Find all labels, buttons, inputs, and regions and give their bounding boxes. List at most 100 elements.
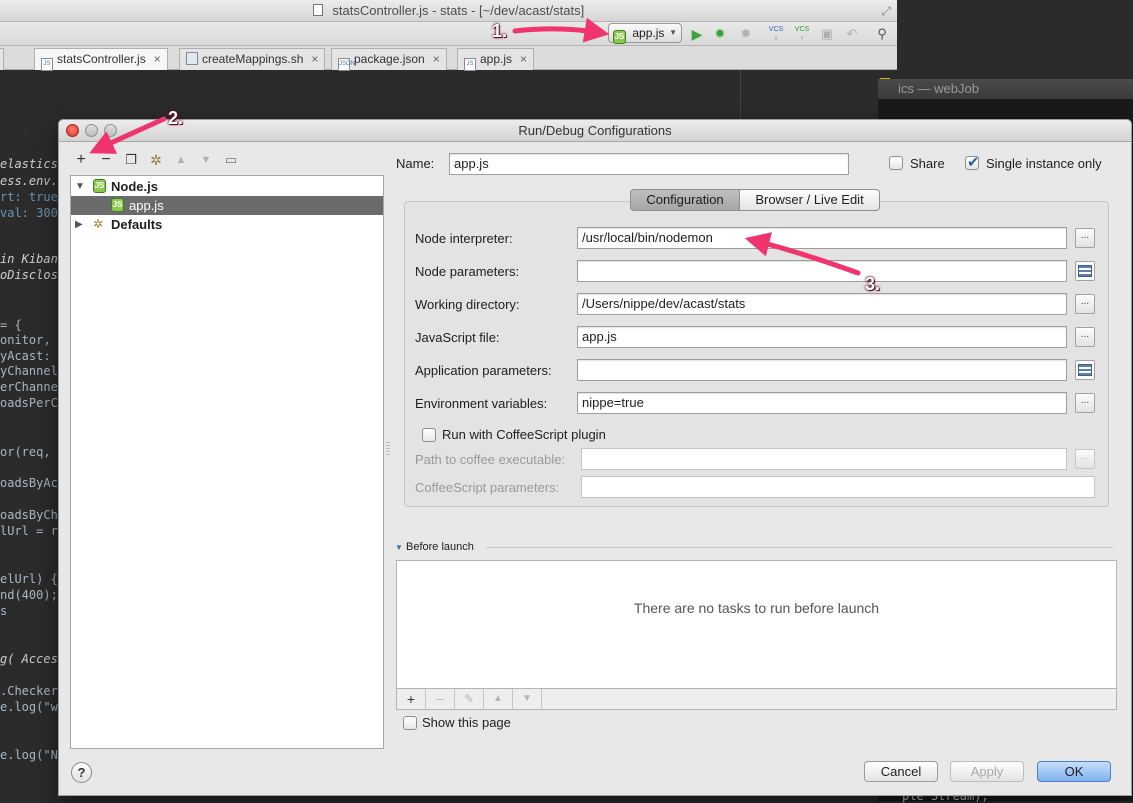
js-file-icon: JS	[464, 58, 476, 71]
working-directory-input[interactable]: /Users/nippe/dev/acast/stats	[577, 293, 1067, 315]
expand-triangle-icon[interactable]: ▶	[75, 215, 83, 234]
code-line: onitor,	[0, 333, 51, 347]
code-line: yAcast: c	[0, 349, 66, 363]
code-line: e.log("No	[0, 748, 66, 762]
minimize-window-button[interactable]	[85, 124, 98, 137]
code-line: oadsPerCh	[0, 396, 66, 410]
before-launch-header[interactable]: ▼ Before launch	[395, 541, 474, 553]
javascript-file-input[interactable]: app.js	[577, 326, 1067, 348]
close-icon[interactable]: ×	[154, 52, 161, 66]
code-line: yChannel:	[0, 364, 66, 378]
browse-interpreter-button[interactable]: ...	[1075, 228, 1095, 248]
edit-task-icon[interactable]: ✎	[455, 689, 484, 709]
close-icon[interactable]: ×	[433, 52, 440, 66]
browse-directory-button[interactable]: ...	[1075, 294, 1095, 314]
move-down-icon[interactable]: ▼	[513, 689, 542, 709]
annotation-label-1: 1.	[492, 21, 508, 41]
tab-browser-live-edit[interactable]: Browser / Live Edit	[739, 189, 880, 211]
add-config-button[interactable]: +	[71, 150, 91, 170]
tree-node-nodejs[interactable]: ▼ JS Node.js	[71, 177, 383, 196]
node-interpreter-label: Node interpreter:	[415, 231, 513, 246]
single-instance-checkbox[interactable]	[965, 153, 980, 171]
editor-gutter-divider	[740, 70, 741, 120]
run-config-selector[interactable]: JS app.js ▼	[608, 23, 682, 44]
close-window-button[interactable]	[66, 124, 79, 137]
annotation-label-2: 2.	[168, 108, 184, 128]
tree-label: app.js	[129, 198, 164, 213]
empty-list-text: There are no tasks to run before launch	[633, 600, 880, 616]
help-button[interactable]: ?	[71, 762, 92, 783]
tree-item-app-js[interactable]: JS app.js	[71, 196, 383, 215]
tab-statscontroller[interactable]: JS statsController.js ×	[34, 48, 168, 71]
move-up-icon[interactable]: ▲	[484, 689, 513, 709]
ok-button[interactable]: OK	[1037, 761, 1111, 782]
share-checkbox[interactable]	[889, 156, 903, 170]
single-instance-label: Single instance only	[986, 156, 1102, 171]
tab-createmappings[interactable]: createMappings.sh ×	[179, 48, 326, 70]
tab-configuration[interactable]: Configuration	[630, 189, 740, 211]
cancel-button[interactable]: Cancel	[864, 761, 938, 782]
move-up-icon[interactable]: ▲	[171, 150, 191, 170]
apply-button[interactable]: Apply	[950, 761, 1024, 782]
revert-icon[interactable]: ↶	[843, 25, 861, 43]
collapse-triangle-icon: ▼	[395, 543, 403, 552]
search-icon[interactable]: ⚲	[873, 25, 891, 43]
copy-config-icon[interactable]: ❐	[121, 150, 141, 170]
add-task-button[interactable]: +	[397, 689, 426, 709]
move-down-icon[interactable]: ▼	[196, 150, 216, 170]
coverage-icon[interactable]: ✹	[737, 25, 755, 43]
edit-env-vars-button[interactable]: ...	[1075, 393, 1095, 413]
tree-label: Defaults	[111, 217, 163, 232]
zoom-window-button[interactable]	[104, 124, 117, 137]
name-input[interactable]: app.js	[449, 153, 849, 175]
coffeescript-checkbox[interactable]	[422, 428, 436, 442]
vcs-compare-icon[interactable]: ▣	[818, 25, 836, 43]
coffee-params-input[interactable]	[581, 476, 1095, 498]
code-line: = {	[0, 318, 22, 332]
edit-defaults-icon[interactable]: ✲	[146, 150, 166, 170]
application-parameters-input[interactable]	[577, 359, 1067, 381]
ide-title-bar: statsController.js - stats - [~/dev/acas…	[0, 0, 897, 22]
expand-editor-icon[interactable]	[1075, 360, 1095, 380]
tree-label: Node.js	[111, 179, 158, 194]
splitter-handle[interactable]	[386, 442, 390, 456]
code-line: oadsByCha	[0, 508, 66, 522]
remove-task-button[interactable]: −	[426, 689, 455, 709]
environment-variables-input[interactable]: nippe=true	[577, 392, 1067, 414]
js-file-icon: JS	[41, 58, 53, 71]
vcs-update-icon[interactable]: VCS ↓	[767, 25, 785, 43]
node-interpreter-input[interactable]: /usr/local/bin/nodemon	[577, 227, 1067, 249]
tree-node-defaults[interactable]: ▶ ✲ Defaults	[71, 215, 383, 234]
collapse-triangle-icon[interactable]: ▼	[75, 177, 85, 196]
tab-package-json[interactable]: JSONpackage.json ×	[331, 48, 447, 71]
remove-config-button[interactable]: −	[96, 150, 116, 170]
close-icon[interactable]: ×	[520, 52, 527, 66]
tab-app-js[interactable]: JS app.js ×	[457, 48, 535, 71]
environment-variables-label: Environment variables:	[415, 396, 548, 411]
shell-file-icon	[186, 52, 198, 65]
dropdown-arrow-icon: ▼	[669, 28, 677, 37]
node-parameters-label: Node parameters:	[415, 264, 520, 279]
run-config-label: app.js	[632, 26, 665, 40]
second-window-title: ics — webJob	[878, 79, 1133, 99]
debug-icon[interactable]: ✹	[711, 25, 729, 43]
browse-file-button[interactable]: ...	[1075, 327, 1095, 347]
run-icon[interactable]: ▶	[688, 25, 706, 43]
code-line: e.log("wh	[0, 700, 66, 714]
editor-tab-bar: × JS statsController.js × createMappings.s…	[0, 46, 897, 71]
vcs-commit-icon[interactable]: VCS ↑	[793, 25, 811, 43]
folder-icon[interactable]: ▭	[221, 150, 241, 170]
coffee-path-input[interactable]	[581, 448, 1067, 470]
fullscreen-icon[interactable]: ⤢	[881, 0, 891, 22]
browse-coffee-button[interactable]: ...	[1075, 449, 1095, 469]
code-line: ess.env.E	[0, 174, 66, 188]
show-this-page-checkbox[interactable]	[403, 716, 417, 730]
coffeescript-label: Run with CoffeeScript plugin	[442, 427, 606, 442]
tab-hidden[interactable]: ×	[0, 48, 4, 70]
name-label: Name:	[396, 156, 435, 171]
tab-label: package.json	[354, 52, 425, 66]
code-line: lUrl = re	[0, 524, 66, 538]
close-icon[interactable]: ×	[311, 52, 318, 66]
node-parameters-input[interactable]	[577, 260, 1067, 282]
expand-editor-icon[interactable]	[1075, 261, 1095, 281]
